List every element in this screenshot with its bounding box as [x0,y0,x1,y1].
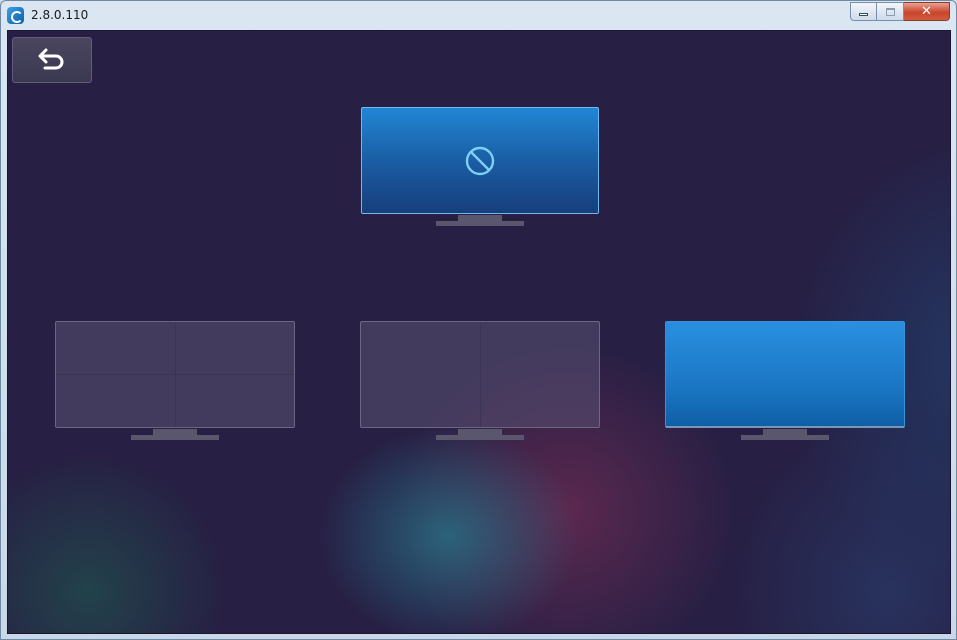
maximize-button[interactable] [877,2,904,21]
quad-pane-bottom-left [56,374,176,427]
monitor-screen [665,321,905,428]
minimize-button[interactable] [850,2,877,21]
layout-option-disabled[interactable] [361,107,599,227]
dual-pane-left [361,322,481,427]
monitor-screen [361,107,599,214]
monitor-base [436,435,524,440]
quad-pane-top-left [56,322,176,375]
prohibited-icon [465,146,495,175]
monitor-base [131,435,219,440]
back-arrow-icon [38,48,64,70]
layout-option-quad[interactable] [55,321,295,441]
monitor-screen [360,321,600,428]
window-controls: ✕ [850,2,950,21]
title-bar[interactable]: 2.8.0.110 ✕ [1,1,956,30]
back-button[interactable] [12,37,92,83]
layout-option-dual[interactable] [360,321,600,441]
app-window: 2.8.0.110 ✕ [0,0,957,640]
quad-pane-bottom-right [175,374,294,427]
app-logo-icon [7,7,24,24]
monitor-screen [55,321,295,428]
maximize-icon [885,7,895,16]
close-button[interactable]: ✕ [904,2,950,21]
layout-option-single[interactable] [665,321,905,441]
monitor-base [741,435,829,440]
monitor-base [436,221,524,226]
layout-selection-panel [7,30,951,634]
window-title: 2.8.0.110 [31,8,89,22]
close-icon: ✕ [921,4,932,19]
minimize-icon [859,13,868,16]
quad-pane-top-right [175,322,294,375]
